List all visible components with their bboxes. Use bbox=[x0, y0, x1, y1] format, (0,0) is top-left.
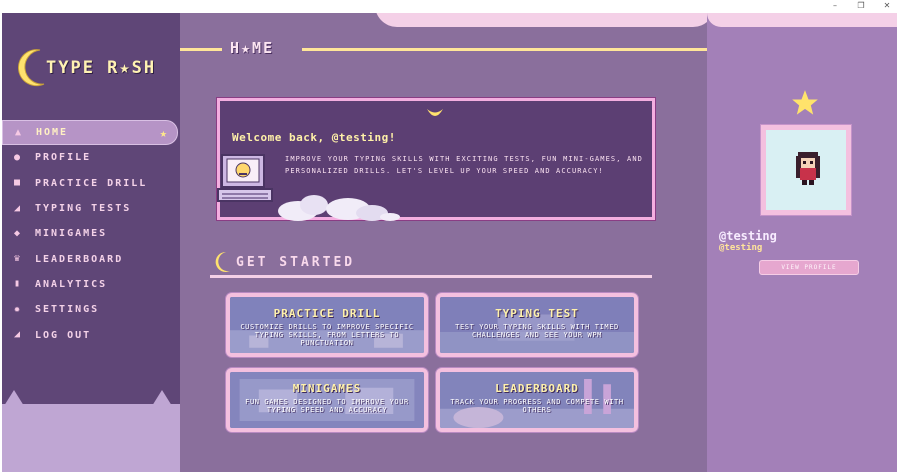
card-description: TEST YOUR TYPING SKILLS WITH TIMED CHALL… bbox=[455, 323, 619, 339]
sidebar-item-label: LOG OUT bbox=[35, 329, 92, 341]
sidebar-item-home[interactable]: ▲ HOME ★ bbox=[2, 120, 178, 146]
app-logo[interactable]: TYPE R★SH bbox=[18, 45, 168, 95]
gamepad-icon: ◆ bbox=[13, 227, 21, 239]
divider bbox=[180, 48, 222, 51]
sidebar-item-label: PRACTICE DRILL bbox=[35, 177, 148, 189]
card-practice-drill[interactable]: PRACTICE DRILL CUSTOMIZE DRILLS TO IMPRO… bbox=[226, 293, 428, 357]
sidebar-item-analytics[interactable]: ▮ ANALYTICS bbox=[2, 272, 180, 297]
sidebar-item-label: HOME bbox=[36, 127, 69, 139]
welcome-banner: Welcome back, @testing! IMPROVE YOUR TYP… bbox=[217, 98, 655, 221]
window-titlebar: – ❐ ✕ bbox=[0, 0, 897, 13]
sidebar-item-minigames[interactable]: ◆ MINIGAMES bbox=[2, 221, 180, 246]
welcome-title: Welcome back, @testing! bbox=[232, 131, 396, 144]
card-title: PRACTICE DRILL bbox=[273, 307, 381, 320]
profile-panel: @testing @testing VIEW PROFILE bbox=[707, 13, 897, 472]
card-description: TRACK YOUR PROGRESS AND COMPETE WITH OTH… bbox=[450, 398, 624, 414]
computer-icon bbox=[217, 154, 273, 202]
card-typing-test[interactable]: TYPING TEST TEST YOUR TYPING SKILLS WITH… bbox=[436, 293, 638, 357]
star-icon: ★ bbox=[159, 126, 167, 140]
sidebar-item-label: PROFILE bbox=[35, 152, 92, 164]
chart-icon: ▮ bbox=[13, 278, 21, 290]
card-description: CUSTOMIZE DRILLS TO IMPROVE SPECIFIC TYP… bbox=[240, 323, 414, 347]
welcome-text: IMPROVE YOUR TYPING SKILLS WITH EXCITING… bbox=[285, 155, 643, 175]
cat-ears-decoration bbox=[2, 390, 180, 472]
profile-name: @testing bbox=[719, 229, 777, 243]
sidebar-item-settings[interactable]: ✹ SETTINGS bbox=[2, 297, 180, 322]
trophy-icon: ♛ bbox=[13, 253, 21, 265]
sidebar-item-leaderboard[interactable]: ♛ LEADERBOARD bbox=[2, 246, 180, 271]
top-decoration bbox=[375, 13, 707, 27]
user-icon: ● bbox=[13, 151, 21, 163]
card-title: TYPING TEST bbox=[495, 307, 579, 320]
sidebar-item-label: MINIGAMES bbox=[35, 228, 108, 240]
logout-icon: ◢ bbox=[13, 329, 21, 341]
section-title: GET STARTED bbox=[236, 255, 356, 270]
card-leaderboard[interactable]: LEADERBOARD TRACK YOUR PROGRESS AND COMP… bbox=[436, 368, 638, 432]
minimize-icon[interactable]: – bbox=[822, 0, 848, 13]
book-icon: ■ bbox=[13, 177, 21, 189]
sidebar-nav: ▲ HOME ★ ● PROFILE ■ PRACTICE DRILL ◢ TY… bbox=[2, 120, 180, 348]
card-title: LEADERBOARD bbox=[495, 382, 579, 395]
sidebar-item-log-out[interactable]: ◢ LOG OUT bbox=[2, 322, 180, 347]
avatar-frame bbox=[761, 125, 851, 215]
page-title: H★ME bbox=[230, 39, 275, 57]
send-icon: ◢ bbox=[13, 202, 21, 214]
gear-icon: ✹ bbox=[13, 303, 21, 315]
sidebar: TYPE R★SH ▲ HOME ★ ● PROFILE ■ PRACTICE … bbox=[2, 13, 180, 472]
maximize-icon[interactable]: ❐ bbox=[848, 0, 874, 13]
cat-ear-left bbox=[4, 390, 24, 406]
card-minigames[interactable]: MINIGAMES FUN GAMES DESIGNED TO IMPROVE … bbox=[226, 368, 428, 432]
sidebar-item-label: ANALYTICS bbox=[35, 278, 108, 290]
sidebar-item-label: SETTINGS bbox=[35, 304, 100, 316]
sidebar-item-label: TYPING TESTS bbox=[35, 203, 132, 215]
star-icon bbox=[792, 90, 818, 115]
crescent-moon-icon bbox=[215, 251, 230, 272]
card-description: FUN GAMES DESIGNED TO IMPROVE YOUR TYPIN… bbox=[245, 398, 409, 414]
avatar[interactable] bbox=[788, 148, 828, 188]
clouds-decoration bbox=[278, 195, 400, 221]
sidebar-item-label: LEADERBOARD bbox=[35, 253, 124, 265]
crescent-moon-icon bbox=[427, 109, 443, 116]
sidebar-item-practice-drill[interactable]: ■ PRACTICE DRILL bbox=[2, 171, 180, 196]
home-icon: ▲ bbox=[14, 126, 22, 138]
sidebar-item-profile[interactable]: ● PROFILE bbox=[2, 145, 180, 170]
profile-handle: @testing bbox=[719, 243, 763, 253]
divider bbox=[302, 48, 707, 51]
divider bbox=[210, 275, 652, 278]
close-icon[interactable]: ✕ bbox=[874, 0, 897, 13]
cat-ear-right bbox=[152, 390, 172, 406]
sidebar-item-typing-tests[interactable]: ◢ TYPING TESTS bbox=[2, 196, 180, 221]
view-profile-button[interactable]: VIEW PROFILE bbox=[759, 260, 859, 275]
top-decoration bbox=[707, 13, 897, 27]
main-content: H★ME Welcome back, @testing! IMPROVE YOU… bbox=[180, 13, 707, 472]
card-title: MINIGAMES bbox=[292, 382, 362, 395]
logo-text: TYPE R★SH bbox=[46, 58, 157, 78]
crescent-moon-icon bbox=[18, 49, 45, 87]
